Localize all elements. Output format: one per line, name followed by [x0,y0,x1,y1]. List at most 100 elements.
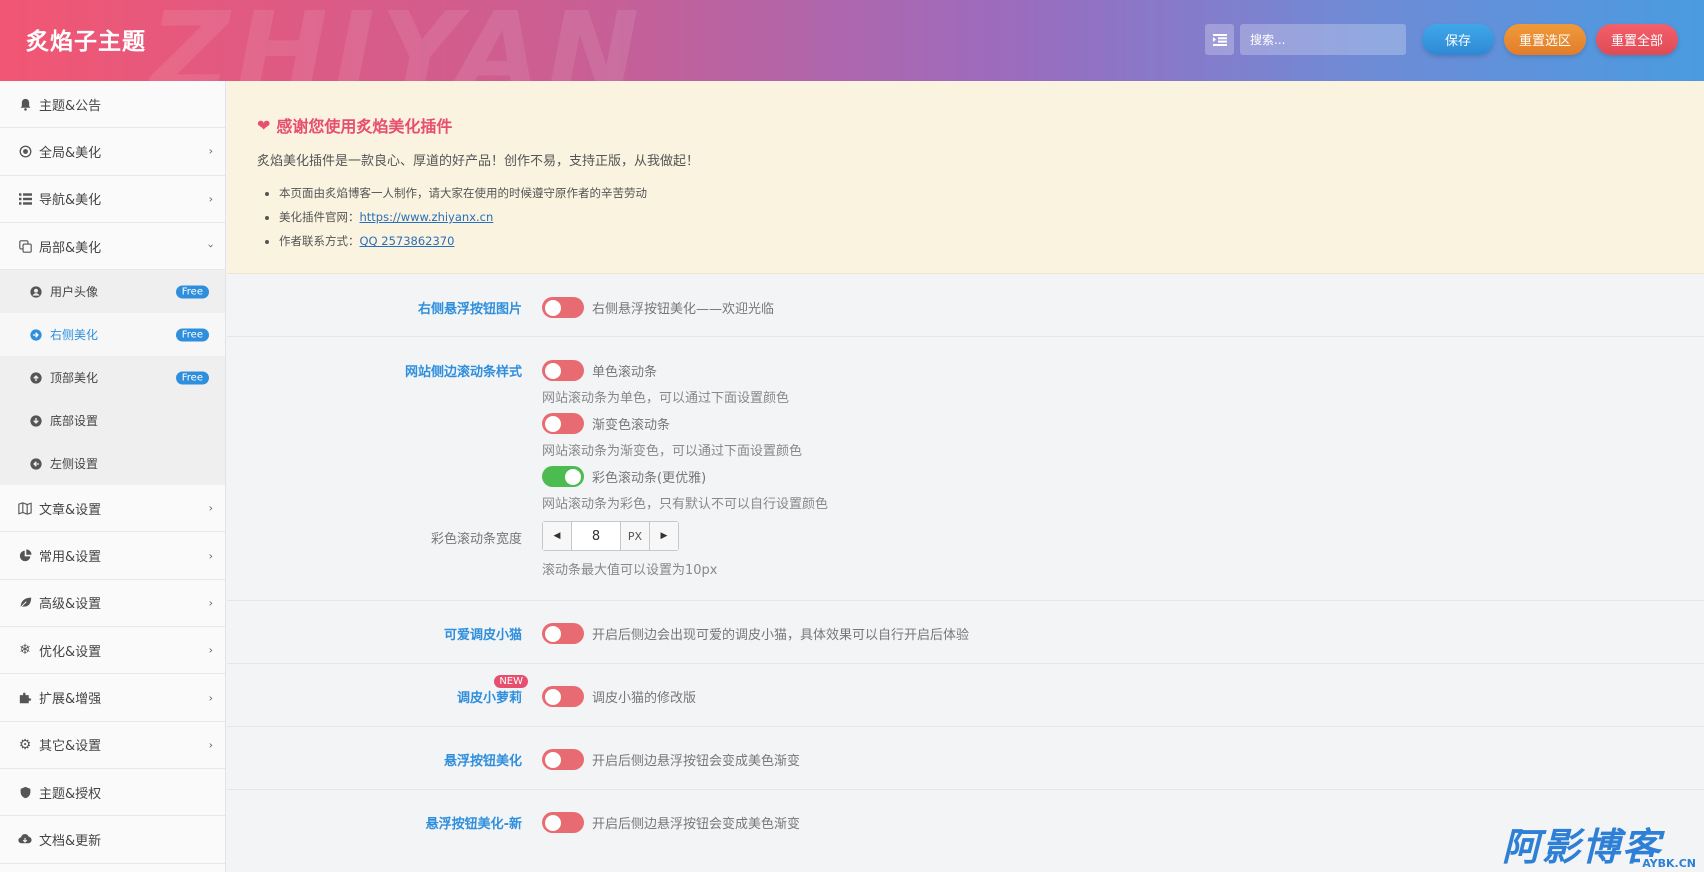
header-bar: ZHIYAN 炙焰子主题 保存 重置选区 重置全部 [0,0,1704,81]
reset-all-button[interactable]: 重置全部 [1596,24,1678,55]
sidebar-submenu: 用户头像 Free 右侧美化 Free 顶部美化 Free 底部设置 左侧设置 [0,270,225,486]
option-text: 彩色滚动条(更优雅) [592,471,707,486]
toggle-switch[interactable] [542,686,584,707]
map-icon [17,500,33,516]
toggle-switch[interactable] [542,623,584,644]
notice-title: ❤ 感谢您使用炙焰美化插件 [257,113,1704,137]
chevron-right-icon: › [208,738,213,752]
option-text: 开启后侧边悬浮按钮会变成美色渐变 [592,817,801,832]
free-badge: Free [175,371,209,385]
list-icon [17,191,33,207]
reset-section-button[interactable]: 重置选区 [1504,24,1586,55]
unit-label: PX [620,522,649,550]
decrement-button[interactable]: ◀ [543,522,572,550]
new-badge: NEW [494,675,528,688]
shield-icon [17,784,33,800]
notice-box: ❤ 感谢您使用炙焰美化插件 炙焰美化插件是一款良心、厚道的好产品！创作不易，支持… [227,81,1704,274]
notice-bullet: 作者联系方式：QQ 2573862370 [279,229,1704,253]
setting-label: 调皮小萝莉 NEW [227,675,542,726]
setting-label: 悬浮按钮美化-新 [425,817,522,832]
chevron-right-icon: › [208,501,213,515]
cloud-download-icon [17,831,33,847]
notice-lead: 炙焰美化插件是一款良心、厚道的好产品！创作不易，支持正版，从我做起！ [257,154,700,169]
toggle-switch[interactable] [542,812,584,833]
setting-float-beauty: 悬浮按钮美化 开启后侧边悬浮按钮会变成美色渐变 [227,727,1704,790]
search-input[interactable] [1240,24,1406,55]
setting-cute-cat: 可爱调皮小猫 开启后侧边会出现可爱的调皮小猫，具体效果可以自行开启后体验 [227,601,1704,664]
notice-bullet: 本页面由炙焰博客一人制作，请大家在使用的时候遵守原作者的辛苦劳动 [279,181,1704,205]
sidebar-item-label: 主题&授权 [39,786,102,802]
sidebar-item-label: 局部&美化 [39,240,102,256]
width-stepper: ◀ PX ▶ [542,521,679,551]
sidebar-item-theme-notice[interactable]: 主题&公告 [0,81,225,129]
arrow-right-circle-icon [29,328,43,342]
sidebar-item-local[interactable]: 局部&美化 › [0,222,225,271]
sidebar-subitem-top[interactable]: 顶部美化 Free [0,356,225,399]
sidebar-item-other[interactable]: ⚙ 其它&设置 › [0,721,225,769]
help-text: 滚动条最大值可以设置为10px [542,563,718,578]
main-content: ❤ 感谢您使用炙焰美化插件 炙焰美化插件是一款良心、厚道的好产品！创作不易，支持… [227,81,1704,872]
toggle-switch[interactable] [542,466,584,487]
sidebar-subitem-label: 底部设置 [50,414,99,429]
toggle-switch[interactable] [542,749,584,770]
sidebar-item-label: 主题&公告 [39,98,102,114]
sidebar-item-license[interactable]: 主题&授权 [0,768,225,817]
sidebar-item-label: 导航&美化 [39,193,102,209]
qq-link[interactable]: QQ 2573862370 [360,234,455,248]
gear-icon: ⚙ [18,736,32,753]
setting-label: 网站侧边滚动条样式 彩色滚动条宽度 [227,359,542,600]
chevron-right-icon: › [208,144,213,158]
sidebar-item-label: 文档&更新 [39,833,102,849]
setting-label: 可爱调皮小猫 [443,628,522,643]
notice-bullet-text: 美化插件官网： [279,210,360,224]
width-input[interactable] [572,522,620,550]
sidebar-item-advanced[interactable]: 高级&设置 › [0,579,225,628]
help-text: 网站滚动条为彩色，只有默认不可以自行设置颜色 [542,497,829,512]
sidebar-item-docs[interactable]: 文档&更新 [0,816,225,864]
toggle-switch[interactable] [542,413,584,434]
setting-label-text: 调皮小萝莉 [456,691,522,706]
toggle-switch[interactable] [542,360,584,381]
expand-all-button[interactable] [1205,24,1234,55]
brand-title: 炙焰子主题 [26,29,146,55]
sidebar-subitem-bottom[interactable]: 底部设置 [0,399,225,442]
option-text: 调皮小猫的修改版 [592,691,697,706]
sidebar-subitem-avatar[interactable]: 用户头像 Free [0,270,225,313]
toggle-switch[interactable] [542,297,584,318]
watermark-logo-text: 阿影博客 [1502,825,1663,869]
chevron-right-icon: › [208,691,213,705]
sidebar-item-article[interactable]: 文章&设置 › [0,485,225,533]
notice-list: 本页面由炙焰博客一人制作，请大家在使用的时候遵守原作者的辛苦劳动 美化插件官网：… [257,181,1704,253]
setting-label-text: 网站侧边滚动条样式 [404,365,522,380]
notice-title-text: 感谢您使用炙焰美化插件 [276,117,453,136]
width-label: 彩色滚动条宽度 [430,532,522,547]
sidebar-item-extend[interactable]: 扩展&增强 › [0,674,225,722]
pie-chart-icon [17,548,33,564]
notice-bullet: 美化插件官网：https://www.zhiyanx.cn [279,205,1704,229]
help-text: 网站滚动条为渐变色，可以通过下面设置颜色 [542,444,803,459]
sidebar-item-label: 文章&设置 [39,502,102,518]
sidebar-item-global[interactable]: 全局&美化 › [0,128,225,176]
sidebar-item-label: 常用&设置 [39,550,102,566]
arrow-up-circle-icon [29,371,43,385]
save-button[interactable]: 保存 [1422,24,1494,55]
setting-label: 右侧悬浮按钮图片 [417,302,522,317]
sidebar-subitem-right[interactable]: 右侧美化 Free [0,313,225,357]
list-indent-icon [1212,33,1227,46]
sidebar-item-label: 全局&美化 [39,145,102,161]
sidebar-item-common[interactable]: 常用&设置 › [0,532,225,580]
radio-icon [17,143,33,159]
chevron-right-icon: › [208,596,213,610]
chevron-right-icon: › [208,192,213,206]
free-badge: Free [175,285,209,299]
sidebar-item-optimize[interactable]: ❄ 优化&设置 › [0,627,225,675]
sidebar-subitem-left[interactable]: 左侧设置 [0,442,225,485]
increment-button[interactable]: ▶ [649,522,678,550]
option-text: 右侧悬浮按钮美化——欢迎光临 [592,302,775,317]
website-link[interactable]: https://www.zhiyanx.cn [360,210,494,224]
watermark-logo: 阿影博客 AYBK.CN [1502,824,1702,872]
puzzle-icon [17,690,33,706]
setting-label: 悬浮按钮美化 [443,754,522,769]
setting-float-beauty-new: 悬浮按钮美化-新 开启后侧边悬浮按钮会变成美色渐变 [227,790,1704,853]
sidebar-item-nav[interactable]: 导航&美化 › [0,175,225,223]
